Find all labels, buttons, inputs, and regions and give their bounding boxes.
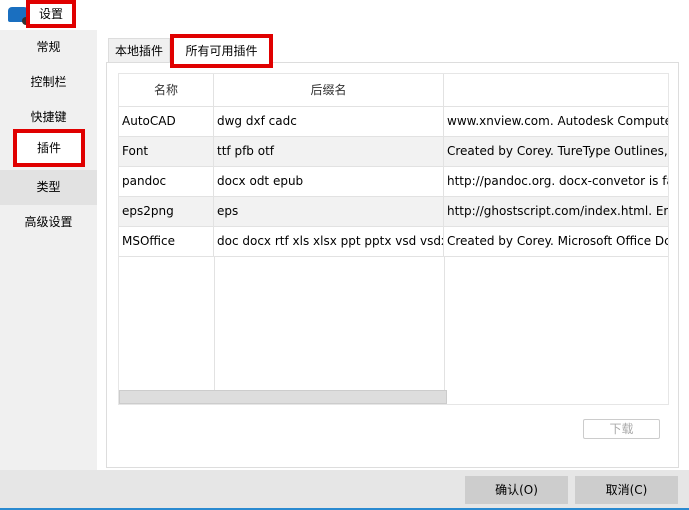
horizontal-scrollbar[interactable] bbox=[119, 390, 447, 404]
tab-local-plugins[interactable]: 本地插件 bbox=[108, 38, 170, 62]
cell-name: eps2png bbox=[119, 197, 214, 226]
cell-description: http://ghostscript.com/index.html. Enc bbox=[447, 204, 669, 218]
sidebar-item-types[interactable]: 类型 bbox=[0, 170, 97, 205]
app-logo-icon bbox=[8, 7, 30, 25]
cell-extensions: dwg dxf cadc bbox=[214, 107, 444, 136]
cell-extensions: docx odt epub bbox=[214, 167, 444, 196]
sidebar: 常规 控制栏 快捷键 插件 类型 高级设置 bbox=[0, 30, 97, 470]
cell-description: http://pandoc.org. docx-convetor is fa bbox=[447, 174, 669, 188]
sidebar-item-plugins[interactable]: 插件 bbox=[13, 129, 85, 167]
table-header: 名称 后缀名 bbox=[119, 74, 668, 107]
cell-name: MSOffice bbox=[119, 227, 214, 256]
cell-name: Font bbox=[119, 137, 214, 166]
cell-description: Created by Corey. Microsoft Office Dc bbox=[447, 234, 669, 248]
table-row[interactable]: Font ttf pfb otf Created by Corey. TureT… bbox=[119, 137, 668, 167]
table-row[interactable]: MSOffice doc docx rtf xls xlsx ppt pptx … bbox=[119, 227, 669, 257]
window-title: 设置 bbox=[26, 0, 76, 28]
table-row[interactable]: pandoc docx odt epub http://pandoc.org. … bbox=[119, 167, 669, 197]
cell-description: Created by Corey. TureType Outlines, bbox=[447, 144, 668, 158]
cell-name: AutoCAD bbox=[119, 107, 214, 136]
cell-name: pandoc bbox=[119, 167, 214, 196]
cell-extensions: doc docx rtf xls xlsx ppt pptx vsd vsdx bbox=[214, 227, 444, 256]
confirm-button[interactable]: 确认(O) bbox=[465, 476, 568, 504]
tab-all-plugins[interactable]: 所有可用插件 bbox=[170, 34, 273, 68]
download-button[interactable]: 下载 bbox=[583, 419, 660, 439]
column-header-extensions[interactable]: 后缀名 bbox=[214, 74, 444, 106]
column-header-description[interactable] bbox=[444, 74, 668, 106]
sidebar-item-controlbar[interactable]: 控制栏 bbox=[0, 65, 97, 100]
table-row[interactable]: AutoCAD dwg dxf cadc www.xnview.com. Aut… bbox=[119, 107, 669, 137]
column-header-name[interactable]: 名称 bbox=[119, 74, 214, 106]
column-divider bbox=[444, 257, 445, 404]
sidebar-item-advanced[interactable]: 高级设置 bbox=[0, 205, 97, 240]
table-row[interactable]: eps2png eps http://ghostscript.com/index… bbox=[119, 197, 669, 227]
cell-description: www.xnview.com. Autodesk Computer bbox=[447, 114, 669, 128]
column-divider bbox=[214, 257, 215, 390]
cell-extensions: ttf pfb otf bbox=[214, 137, 444, 166]
plugin-table: 名称 后缀名 AutoCAD dwg dxf cadc www.xnview.c… bbox=[118, 73, 669, 405]
cell-extensions: eps bbox=[214, 197, 444, 226]
cancel-button[interactable]: 取消(C) bbox=[575, 476, 678, 504]
sidebar-item-general[interactable]: 常规 bbox=[0, 30, 97, 65]
